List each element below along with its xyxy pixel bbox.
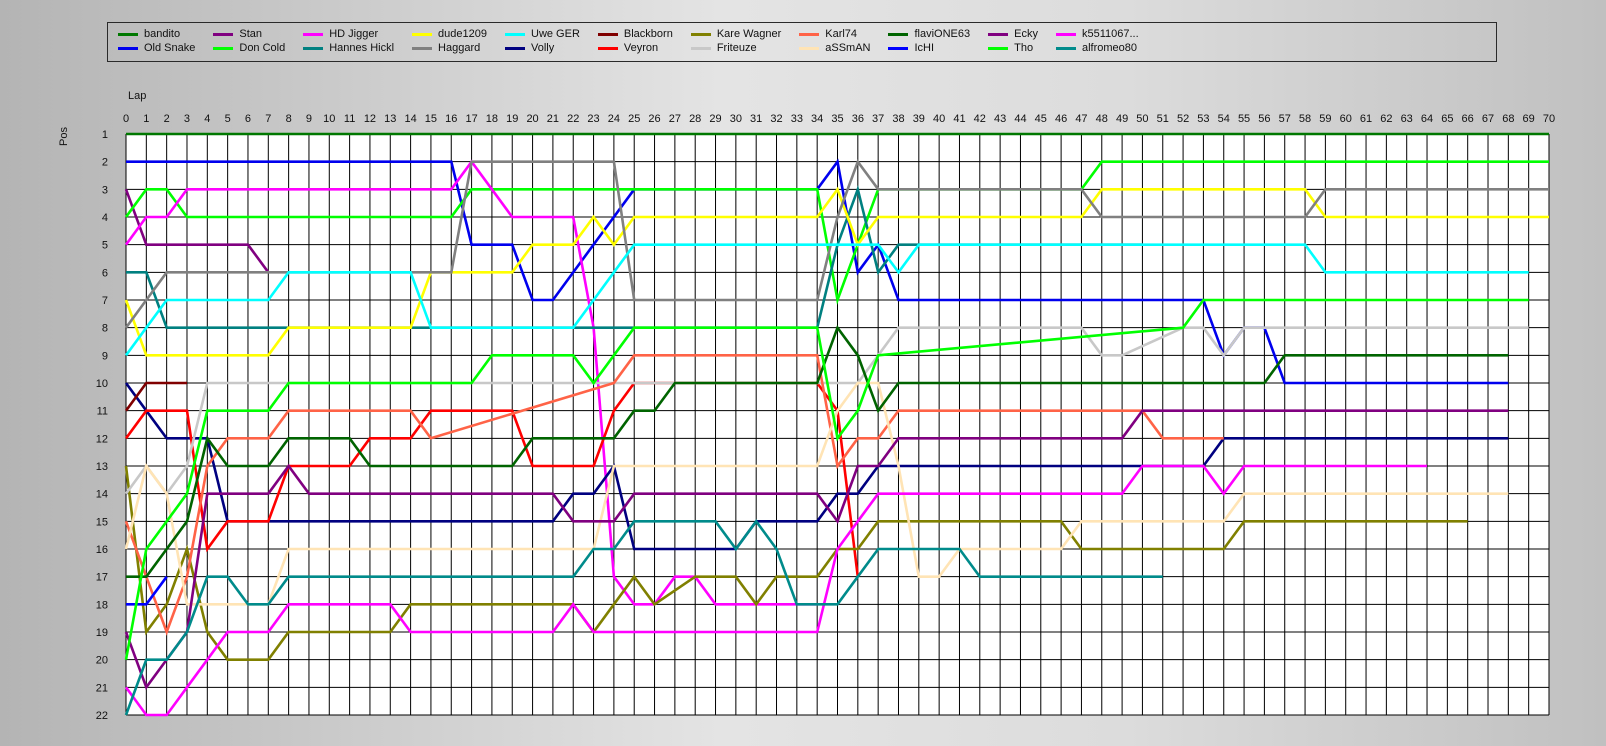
x-tick-label: 53 <box>1197 113 1209 125</box>
x-tick-label: 17 <box>465 113 477 125</box>
x-tick-label: 45 <box>1035 113 1047 125</box>
x-tick-label: 30 <box>730 113 742 125</box>
x-tick-label: 51 <box>1157 113 1169 125</box>
y-tick-label: 5 <box>102 240 108 252</box>
x-tick-label: 13 <box>384 113 396 125</box>
y-tick-label: 1 <box>102 129 108 141</box>
x-tick-label: 62 <box>1380 113 1392 125</box>
x-tick-label: 7 <box>265 113 271 125</box>
x-tick-label: 47 <box>1075 113 1087 125</box>
y-tick-label: 19 <box>96 627 108 639</box>
x-tick-label: 69 <box>1523 113 1535 125</box>
x-tick-label: 67 <box>1482 113 1494 125</box>
x-tick-label: 40 <box>933 113 945 125</box>
y-tick-label: 9 <box>102 350 108 362</box>
x-tick-label: 61 <box>1360 113 1372 125</box>
y-tick-label: 17 <box>96 572 108 584</box>
x-tick-label: 42 <box>974 113 986 125</box>
x-tick-label: 21 <box>547 113 559 125</box>
x-tick-label: 52 <box>1177 113 1189 125</box>
x-tick-label: 50 <box>1136 113 1148 125</box>
x-tick-label: 55 <box>1238 113 1250 125</box>
x-tick-label: 44 <box>1014 113 1026 125</box>
x-tick-label: 2 <box>164 113 170 125</box>
x-tick-label: 64 <box>1421 113 1433 125</box>
x-tick-label: 14 <box>404 113 416 125</box>
x-tick-label: 66 <box>1462 113 1474 125</box>
x-tick-label: 24 <box>608 113 620 125</box>
x-tick-label: 36 <box>852 113 864 125</box>
y-tick-label: 11 <box>97 406 108 418</box>
x-tick-label: 27 <box>669 113 681 125</box>
x-tick-label: 41 <box>953 113 965 125</box>
x-tick-label: 11 <box>344 113 355 125</box>
x-tick-label: 0 <box>123 113 129 125</box>
x-tick-label: 60 <box>1340 113 1352 125</box>
x-tick-label: 6 <box>245 113 251 125</box>
x-tick-label: 57 <box>1279 113 1291 125</box>
x-tick-label: 46 <box>1055 113 1067 125</box>
x-tick-label: 33 <box>791 113 803 125</box>
x-tick-label: 65 <box>1441 113 1453 125</box>
y-tick-label: 18 <box>96 599 108 611</box>
y-tick-label: 20 <box>96 655 108 667</box>
x-tick-label: 15 <box>425 113 437 125</box>
y-tick-label: 4 <box>102 212 108 224</box>
y-tick-label: 2 <box>102 157 108 169</box>
x-tick-label: 4 <box>204 113 210 125</box>
y-tick-label: 16 <box>96 544 108 556</box>
x-tick-label: 16 <box>445 113 457 125</box>
y-tick-label: 15 <box>96 516 108 528</box>
x-tick-label: 58 <box>1299 113 1311 125</box>
y-tick-label: 14 <box>96 489 108 501</box>
x-tick-label: 34 <box>811 113 823 125</box>
x-tick-label: 20 <box>526 113 538 125</box>
x-tick-label: 26 <box>648 113 660 125</box>
x-tick-label: 10 <box>323 113 335 125</box>
y-tick-label: 10 <box>96 378 108 390</box>
x-tick-label: 35 <box>831 113 843 125</box>
x-tick-label: 31 <box>750 113 762 125</box>
y-tick-label: 21 <box>96 682 108 694</box>
y-tick-label: 8 <box>102 323 108 335</box>
x-tick-label: 38 <box>892 113 904 125</box>
x-tick-label: 59 <box>1319 113 1331 125</box>
position-chart: 0 1 2 3 4 5 6 7 8 9 10 11 12 13 14 15 16 17 18 19 20 21 22 23 24… <box>96 113 1555 722</box>
x-tick-label: 23 <box>587 113 599 125</box>
x-tick-label: 37 <box>872 113 884 125</box>
x-tick-label: 18 <box>486 113 498 125</box>
y-tick-label: 6 <box>102 267 108 279</box>
x-tick-label: 22 <box>567 113 579 125</box>
y-tick-label: 22 <box>96 710 108 722</box>
x-tick-label: 49 <box>1116 113 1128 125</box>
y-tick-label: 12 <box>96 433 108 445</box>
x-tick-label: 19 <box>506 113 518 125</box>
x-tick-label: 3 <box>184 113 190 125</box>
x-tick-label: 28 <box>689 113 701 125</box>
x-tick-label: 39 <box>913 113 925 125</box>
x-tick-label: 54 <box>1218 113 1230 125</box>
x-tick-label: 68 <box>1502 113 1514 125</box>
x-tick-label: 25 <box>628 113 640 125</box>
x-tick-label: 5 <box>225 113 231 125</box>
y-tick-label: 3 <box>102 184 108 196</box>
y-tick-label: 7 <box>102 295 108 307</box>
x-tick-label: 29 <box>709 113 721 125</box>
x-tick-label: 70 <box>1543 113 1555 125</box>
y-tick-label: 13 <box>96 461 108 473</box>
x-tick-label: 1 <box>143 113 149 125</box>
x-tick-label: 56 <box>1258 113 1270 125</box>
x-tick-label: 32 <box>770 113 782 125</box>
x-tick-label: 9 <box>306 113 312 125</box>
x-tick-label: 43 <box>994 113 1006 125</box>
x-tick-label: 48 <box>1096 113 1108 125</box>
x-tick-label: 12 <box>364 113 376 125</box>
x-tick-label: 63 <box>1401 113 1413 125</box>
x-tick-label: 8 <box>286 113 292 125</box>
